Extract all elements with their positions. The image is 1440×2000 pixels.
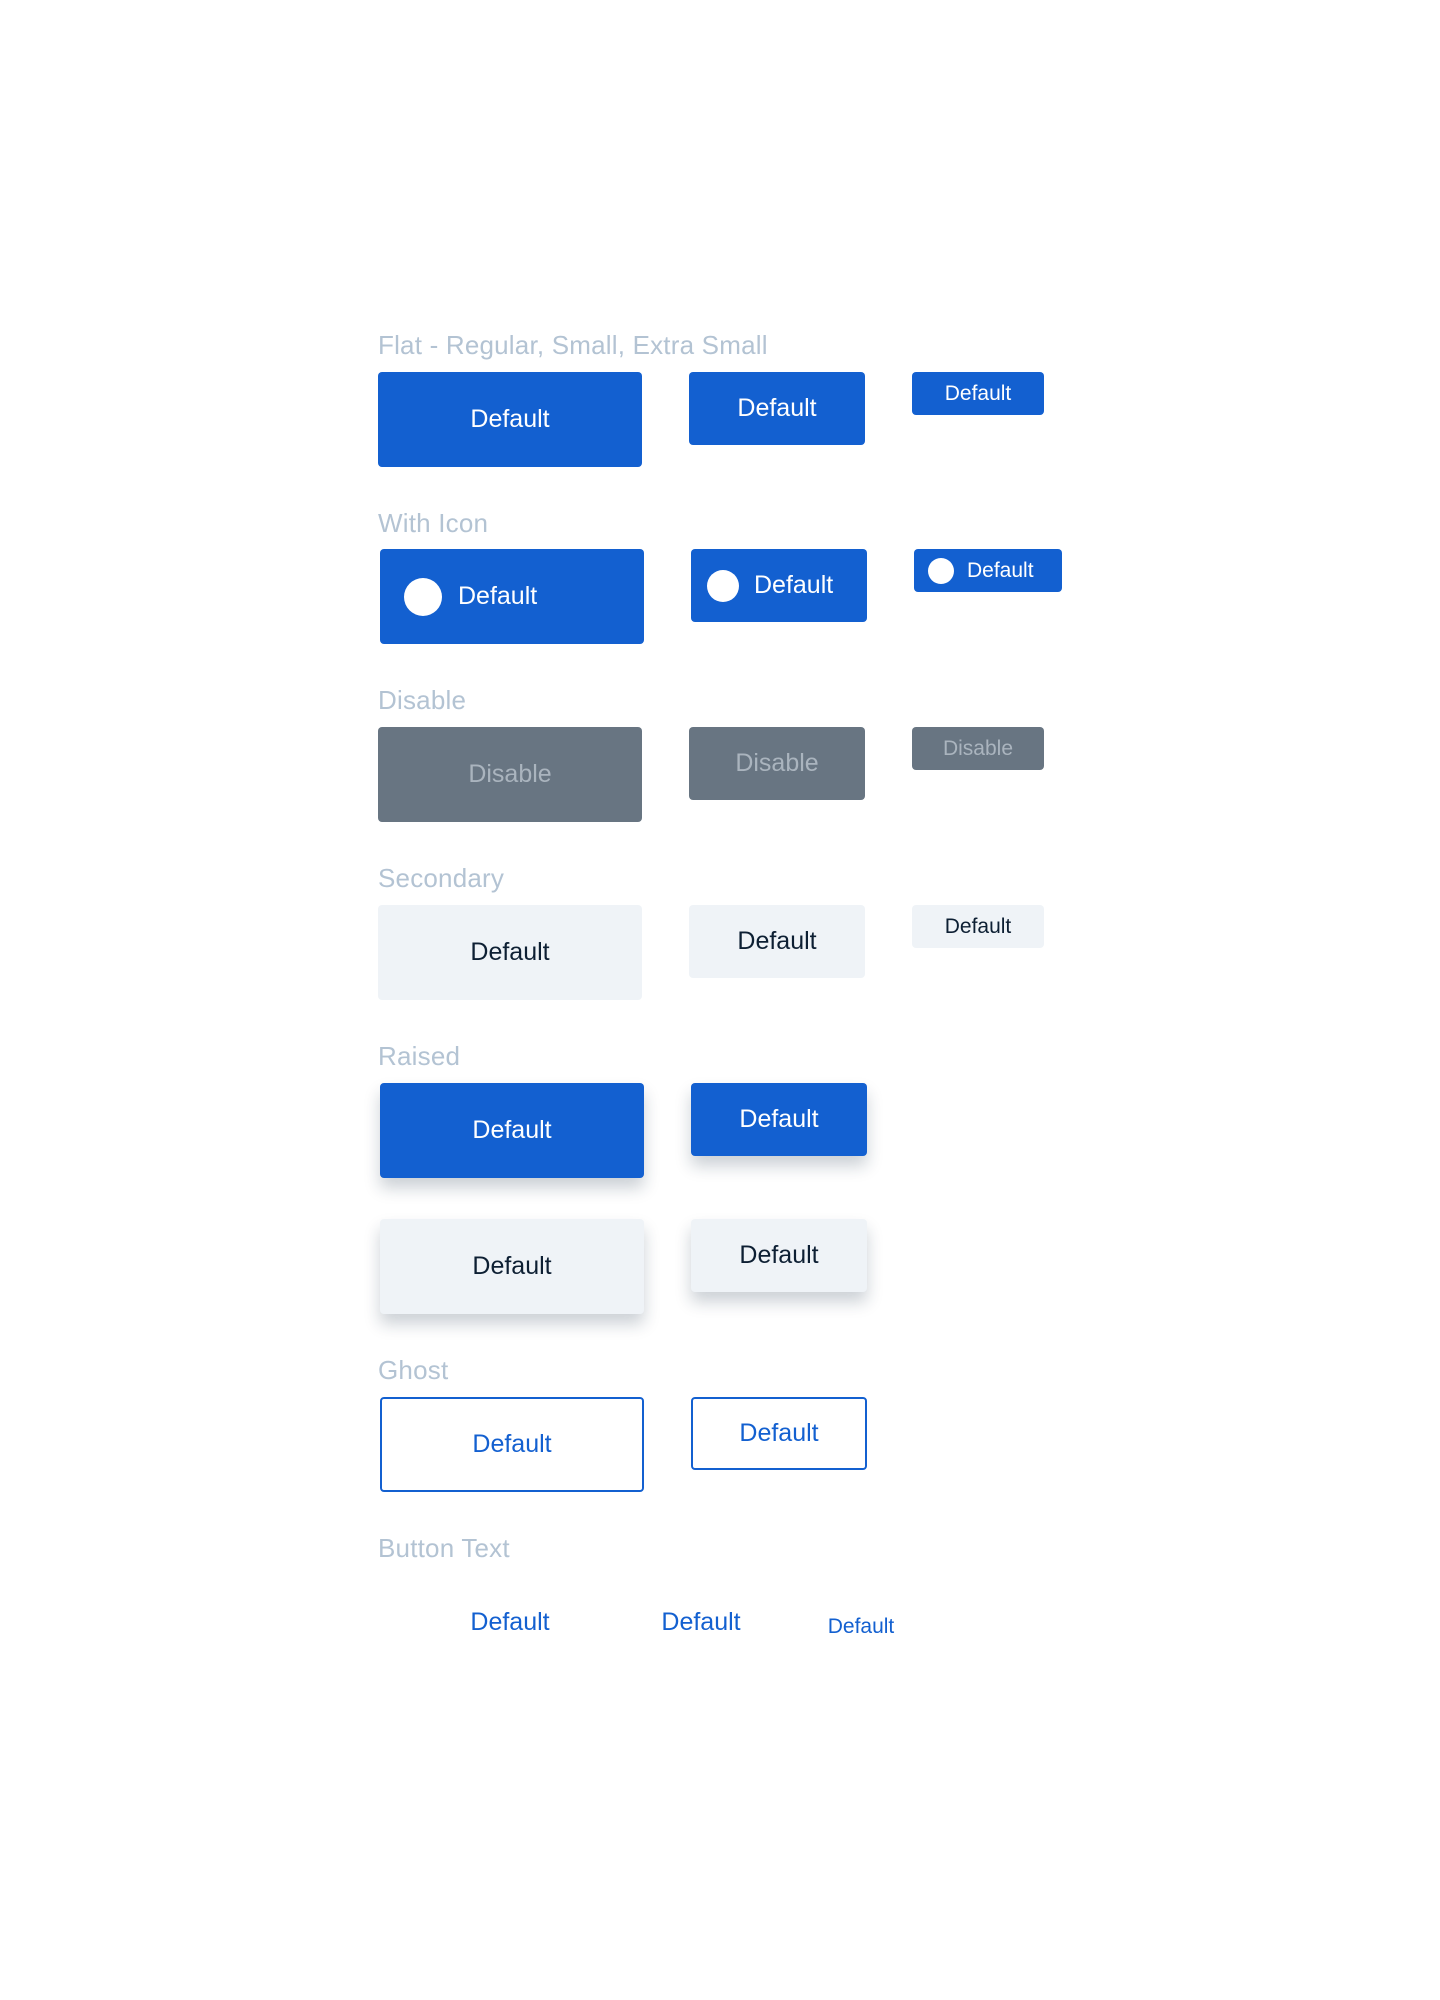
button-label: Default	[472, 1252, 552, 1280]
section-label-with-icon: With Icon	[378, 508, 489, 538]
section-label-disable: Disable	[378, 685, 467, 715]
icon-button-regular[interactable]: Default	[380, 549, 644, 644]
circle-icon	[707, 569, 739, 602]
button-label: Default	[470, 938, 550, 966]
text-button-small[interactable]: Default	[611, 1586, 791, 1659]
section-label-secondary: Secondary	[378, 863, 505, 893]
button-label: Default	[754, 571, 834, 599]
button-label: Default	[737, 394, 817, 422]
button-label: Default	[739, 1241, 819, 1269]
section-label-flat: Flat - Regular, Small, Extra Small	[378, 330, 768, 360]
flat-button-extra-small[interactable]: Default	[912, 372, 1044, 415]
raised-secondary-button-small[interactable]: Default	[691, 1219, 867, 1292]
disabled-button-small: Disable	[689, 727, 865, 800]
button-label: Default	[944, 914, 1012, 938]
disabled-button-extra-small: Disable	[912, 727, 1044, 770]
button-label: Default	[470, 405, 550, 433]
section-label-button-text: Button Text	[378, 1533, 510, 1563]
button-label: Default	[967, 558, 1034, 582]
icon-button-small[interactable]: Default	[691, 549, 867, 622]
section-label-raised: Raised	[378, 1041, 461, 1071]
raised-primary-button-regular[interactable]: Default	[380, 1083, 644, 1178]
text-button-extra-small[interactable]: Default	[795, 1605, 927, 1648]
button-label: Disable	[942, 736, 1014, 760]
circle-icon	[404, 577, 442, 616]
raised-primary-button-small[interactable]: Default	[691, 1083, 867, 1156]
button-label: Default	[739, 1419, 819, 1447]
secondary-button-small[interactable]: Default	[689, 905, 865, 978]
button-label: Default	[737, 927, 817, 955]
button-label: Default	[470, 1608, 550, 1636]
secondary-button-regular[interactable]: Default	[378, 905, 642, 1000]
icon-button-extra-small[interactable]: Default	[914, 549, 1062, 592]
circle-icon	[928, 557, 954, 584]
flat-button-regular[interactable]: Default	[378, 372, 642, 467]
button-label: Default	[739, 1105, 819, 1133]
button-label: Disable	[735, 749, 819, 777]
disabled-button-regular: Disable	[378, 727, 642, 822]
flat-button-small[interactable]: Default	[689, 372, 865, 445]
raised-secondary-button-regular[interactable]: Default	[380, 1219, 644, 1314]
secondary-button-extra-small[interactable]: Default	[912, 905, 1044, 948]
button-label: Default	[827, 1614, 895, 1638]
ghost-button-small[interactable]: Default	[691, 1397, 867, 1470]
button-label: Default	[472, 1430, 552, 1458]
button-label: Default	[944, 381, 1012, 405]
section-label-ghost: Ghost	[378, 1355, 449, 1385]
text-button-regular[interactable]: Default	[378, 1575, 642, 1670]
ghost-button-regular[interactable]: Default	[380, 1397, 644, 1492]
button-label: Default	[661, 1608, 741, 1636]
button-label: Disable	[468, 760, 552, 788]
button-label: Default	[458, 582, 538, 610]
button-label: Default	[472, 1116, 552, 1144]
